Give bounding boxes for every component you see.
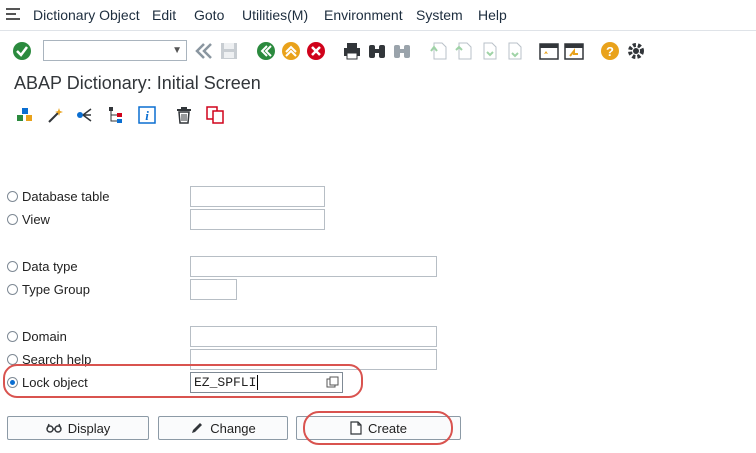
- magic-wand-icon[interactable]: [45, 105, 65, 125]
- back-icon[interactable]: [256, 41, 276, 61]
- where-used-icon[interactable]: [75, 105, 95, 125]
- menu-help[interactable]: Help: [478, 7, 507, 23]
- menu-edit[interactable]: Edit: [152, 7, 176, 23]
- menu-dictionary-object[interactable]: Dictionary Object: [33, 7, 140, 23]
- change-label: Change: [210, 420, 256, 436]
- radio-type-group[interactable]: [7, 284, 18, 295]
- help-icon[interactable]: ?: [600, 41, 620, 61]
- back-double-icon[interactable]: [194, 41, 214, 61]
- type-group-field[interactable]: [190, 279, 237, 300]
- shortcut-icon[interactable]: [564, 41, 584, 61]
- find-next-icon[interactable]: [392, 41, 412, 61]
- svg-text:i: i: [145, 108, 149, 123]
- radio-view[interactable]: [7, 214, 18, 225]
- data-type-field[interactable]: [190, 256, 437, 277]
- copy-icon[interactable]: [205, 105, 225, 125]
- first-page-icon[interactable]: [429, 41, 449, 61]
- view-field[interactable]: [190, 209, 325, 230]
- enter-icon[interactable]: [12, 41, 32, 61]
- radio-database-table[interactable]: [7, 191, 18, 202]
- save-icon[interactable]: [219, 41, 239, 61]
- domain-field[interactable]: [190, 326, 437, 347]
- glasses-icon: [45, 423, 62, 433]
- label-database-table: Database table: [22, 189, 110, 204]
- settings-icon[interactable]: [626, 41, 646, 61]
- previous-page-icon[interactable]: [454, 41, 474, 61]
- database-table-field[interactable]: [190, 186, 325, 207]
- label-domain: Domain: [22, 329, 67, 344]
- highlight-create-button: [303, 411, 453, 445]
- last-page-icon[interactable]: [504, 41, 524, 61]
- chevron-down-icon[interactable]: ▼: [172, 45, 182, 56]
- print-icon[interactable]: [342, 41, 362, 61]
- new-session-icon[interactable]: [539, 41, 559, 61]
- info-icon[interactable]: i: [137, 105, 157, 125]
- radio-domain[interactable]: [7, 331, 18, 342]
- svg-text:?: ?: [606, 44, 614, 59]
- menu-icon[interactable]: [6, 8, 20, 20]
- menu-bar: Dictionary Object Edit Goto Utilities(M)…: [0, 0, 756, 31]
- delete-icon[interactable]: [174, 105, 194, 125]
- system-toolbar: ▼ ?: [0, 31, 756, 69]
- find-icon[interactable]: [367, 41, 387, 61]
- label-view: View: [22, 212, 50, 227]
- display-label: Display: [67, 420, 111, 436]
- exit-icon[interactable]: [281, 41, 301, 61]
- command-field[interactable]: ▼: [43, 40, 187, 61]
- change-button[interactable]: Change: [158, 416, 288, 440]
- menu-goto[interactable]: Goto: [194, 7, 224, 23]
- next-page-icon[interactable]: [479, 41, 499, 61]
- radio-data-type[interactable]: [7, 261, 18, 272]
- other-object-icon[interactable]: [15, 105, 35, 125]
- label-data-type: Data type: [22, 259, 78, 274]
- pencil-icon: [192, 423, 203, 433]
- application-toolbar: i: [0, 100, 756, 130]
- cancel-icon[interactable]: [306, 41, 326, 61]
- display-button[interactable]: Display: [7, 416, 149, 440]
- menu-utilities[interactable]: Utilities(M): [242, 7, 308, 23]
- object-tree-icon[interactable]: [106, 105, 126, 125]
- highlight-lock-object: [3, 364, 363, 398]
- page-title: ABAP Dictionary: Initial Screen: [14, 73, 261, 93]
- menu-system[interactable]: System: [416, 7, 463, 23]
- menu-environment[interactable]: Environment: [324, 7, 403, 23]
- label-type-group: Type Group: [22, 282, 90, 297]
